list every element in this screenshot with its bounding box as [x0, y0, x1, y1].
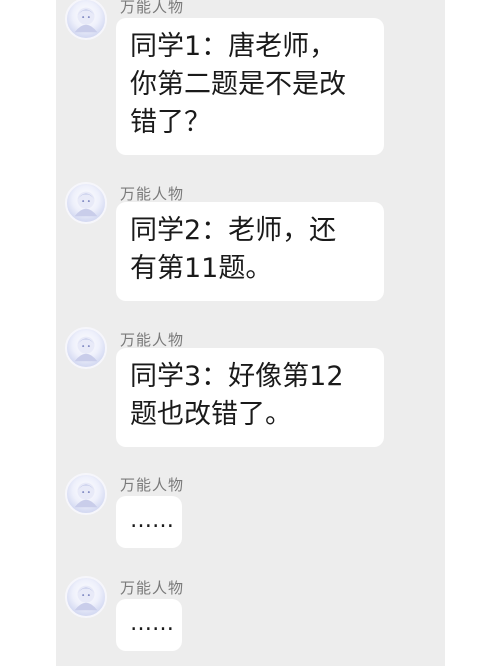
- message-bubble[interactable]: 同学1：唐老师， 你第二题是不是改 错了？: [116, 18, 384, 155]
- avatar-icon[interactable]: [65, 0, 107, 40]
- sender-name: 万能人物: [120, 185, 185, 203]
- sender-name: 万能人物: [120, 579, 185, 597]
- message-bubble[interactable]: ……: [116, 496, 182, 548]
- avatar-icon[interactable]: [65, 327, 107, 369]
- avatar-icon[interactable]: [65, 182, 107, 224]
- sender-name: 万能人物: [120, 331, 185, 349]
- sender-name: 万能人物: [120, 0, 185, 16]
- chat-panel[interactable]: 万能人物 同学1：唐老师， 你第二题是不是改 错了？ 万能人物 同学2：老师，还…: [56, 0, 445, 666]
- message-bubble[interactable]: ……: [116, 599, 182, 651]
- avatar-icon[interactable]: [65, 473, 107, 515]
- message-bubble[interactable]: 同学2：老师，还 有第11题。: [116, 202, 384, 301]
- message-bubble[interactable]: 同学3：好像第12 题也改错了。: [116, 348, 384, 447]
- avatar-icon[interactable]: [65, 576, 107, 618]
- sender-name: 万能人物: [120, 476, 185, 494]
